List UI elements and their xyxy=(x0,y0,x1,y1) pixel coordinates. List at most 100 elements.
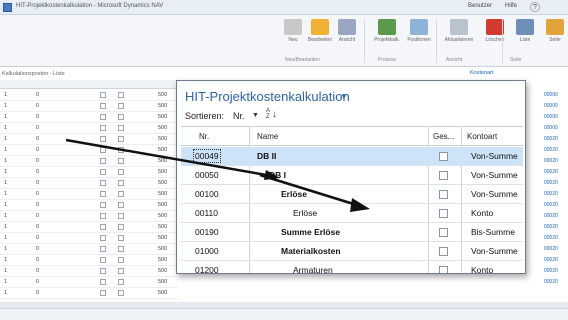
row-link[interactable]: 00020 xyxy=(544,213,558,219)
row-link[interactable]: 00020 xyxy=(544,246,558,252)
dialog-title[interactable]: HIT-Projektkostenkalkulation xyxy=(185,89,350,104)
row-checkbox[interactable] xyxy=(100,103,106,109)
row-link[interactable]: 00000 xyxy=(544,92,558,98)
right-subheader[interactable]: Kostenart xyxy=(470,70,494,76)
row-number[interactable]: 00110 xyxy=(195,208,218,218)
dialog-row[interactable]: 00049 DB II Von-Summe xyxy=(181,147,523,166)
ribbon-button-2[interactable]: Ansicht xyxy=(332,19,362,55)
row-number[interactable]: 00049 xyxy=(193,149,221,163)
row-ges-checkbox[interactable] xyxy=(439,266,448,273)
background-right-row[interactable]: 00000 xyxy=(520,123,568,134)
ribbon-button-5[interactable]: Aktualisieren xyxy=(444,19,474,55)
row-checkbox[interactable] xyxy=(100,147,106,153)
user-label[interactable]: Benutzer xyxy=(468,3,492,9)
row-checkbox[interactable] xyxy=(100,268,106,274)
row-checkbox[interactable] xyxy=(100,125,106,131)
question-icon[interactable]: ? xyxy=(530,2,540,12)
background-list-row[interactable]: 1 0 500 xyxy=(0,189,178,200)
column-header-kontoart[interactable]: Kontoart xyxy=(467,132,497,141)
row-checkbox[interactable] xyxy=(118,169,124,175)
background-right-row[interactable]: 00000 xyxy=(520,101,568,112)
row-number[interactable]: 01000 xyxy=(195,246,219,256)
row-checkbox[interactable] xyxy=(100,191,106,197)
row-number[interactable]: 00100 xyxy=(195,189,219,199)
ribbon-button-0[interactable]: Neu xyxy=(278,19,308,55)
background-list-row[interactable]: 1 0 500 xyxy=(0,145,178,156)
ribbon-button-4[interactable]: Positionen xyxy=(404,19,434,55)
help-link[interactable]: Hilfe xyxy=(505,3,517,9)
row-checkbox[interactable] xyxy=(118,180,124,186)
row-link[interactable]: 00020 xyxy=(544,224,558,230)
background-list-row[interactable]: 1 0 500 xyxy=(0,255,178,266)
row-checkbox[interactable] xyxy=(100,224,106,230)
background-list-row[interactable]: 1 0 500 xyxy=(0,112,178,123)
background-right-row[interactable]: 00020 xyxy=(520,156,568,167)
row-checkbox[interactable] xyxy=(100,202,106,208)
background-right-row[interactable]: 00020 xyxy=(520,178,568,189)
row-number[interactable]: 00190 xyxy=(195,227,219,237)
row-ges-checkbox[interactable] xyxy=(439,152,448,161)
row-checkbox[interactable] xyxy=(100,213,106,219)
background-right-row[interactable]: 00000 xyxy=(520,112,568,123)
column-header-name[interactable]: Name xyxy=(257,132,278,141)
chevron-down-icon[interactable]: ▼ xyxy=(340,92,348,101)
row-link[interactable]: 00000 xyxy=(544,125,558,131)
sort-field-select[interactable]: Nr. xyxy=(233,111,245,121)
background-list-row[interactable]: 1 0 500 xyxy=(0,134,178,145)
background-list-row[interactable]: 1 0 500 xyxy=(0,244,178,255)
background-list-row[interactable]: 1 0 500 xyxy=(0,233,178,244)
background-right-row[interactable]: 00020 xyxy=(520,200,568,211)
row-checkbox[interactable] xyxy=(118,213,124,219)
row-checkbox[interactable] xyxy=(100,92,106,98)
row-checkbox[interactable] xyxy=(118,114,124,120)
row-ges-checkbox[interactable] xyxy=(439,247,448,256)
row-checkbox[interactable] xyxy=(118,92,124,98)
column-header-ges[interactable]: Ges... xyxy=(433,132,454,141)
row-checkbox[interactable] xyxy=(118,224,124,230)
dialog-row[interactable]: 00110 Erlöse Konto xyxy=(181,204,523,223)
background-right-row[interactable]: 00020 xyxy=(520,266,568,277)
background-list-row[interactable]: 1 0 500 xyxy=(0,222,178,233)
background-list-row[interactable]: 1 0 500 xyxy=(0,101,178,112)
row-ges-checkbox[interactable] xyxy=(439,209,448,218)
background-right-row[interactable]: 00020 xyxy=(520,189,568,200)
row-checkbox[interactable] xyxy=(118,125,124,131)
ribbon-button-8[interactable]: Seite xyxy=(540,19,568,55)
background-right-row[interactable]: 00020 xyxy=(520,211,568,222)
row-ges-checkbox[interactable] xyxy=(439,228,448,237)
row-link[interactable]: 00020 xyxy=(544,191,558,197)
dialog-row[interactable]: 01000 Materialkosten Von-Summe xyxy=(181,242,523,261)
background-list-row[interactable]: 1 0 500 xyxy=(0,156,178,167)
ribbon-button-1[interactable]: Bearbeiten xyxy=(305,19,335,55)
ribbon-button-6[interactable]: Löschen xyxy=(480,19,510,55)
row-checkbox[interactable] xyxy=(100,246,106,252)
row-checkbox[interactable] xyxy=(118,202,124,208)
row-link[interactable]: 00020 xyxy=(544,180,558,186)
row-link[interactable]: 00020 xyxy=(544,202,558,208)
row-checkbox[interactable] xyxy=(100,180,106,186)
row-checkbox[interactable] xyxy=(118,103,124,109)
row-link[interactable]: 00020 xyxy=(544,235,558,241)
row-ges-checkbox[interactable] xyxy=(439,190,448,199)
row-number[interactable]: 01200 xyxy=(195,265,219,273)
background-right-row[interactable]: 00020 xyxy=(520,222,568,233)
row-checkbox[interactable] xyxy=(118,268,124,274)
row-checkbox[interactable] xyxy=(118,191,124,197)
row-checkbox[interactable] xyxy=(118,235,124,241)
ribbon-button-3[interactable]: Projektkalk. xyxy=(372,19,402,55)
row-checkbox[interactable] xyxy=(100,114,106,120)
dialog-row[interactable]: 00190 Summe Erlöse Bis-Summe xyxy=(181,223,523,242)
column-header-nr[interactable]: Nr. xyxy=(199,132,209,141)
background-list-row[interactable]: 1 0 500 xyxy=(0,90,178,101)
background-right-row[interactable]: 00020 xyxy=(520,134,568,145)
ribbon-button-7[interactable]: Liste xyxy=(510,19,540,55)
row-checkbox[interactable] xyxy=(118,257,124,263)
background-right-row[interactable]: 8000000 xyxy=(520,90,568,101)
background-list-row[interactable]: 1 0 500 xyxy=(0,211,178,222)
row-checkbox[interactable] xyxy=(100,158,106,164)
dialog-row[interactable]: 00100 Erlöse Von-Summe xyxy=(181,185,523,204)
dialog-row[interactable]: 00050 DB I Von-Summe xyxy=(181,166,523,185)
row-link[interactable]: 00000 xyxy=(544,114,558,120)
background-right-row[interactable]: 00020 xyxy=(520,233,568,244)
row-checkbox[interactable] xyxy=(100,257,106,263)
